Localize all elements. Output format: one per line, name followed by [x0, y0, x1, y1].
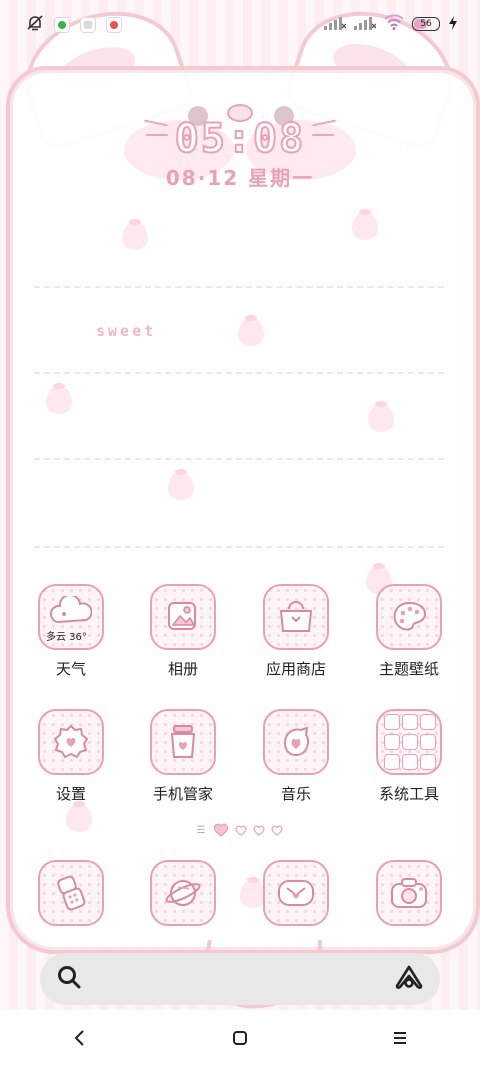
battery-icon: 56 — [412, 17, 440, 31]
dock-browser[interactable] — [128, 860, 238, 926]
clock-time[interactable]: 05:08 — [0, 115, 480, 163]
music-icon — [263, 709, 329, 775]
divider — [34, 546, 444, 548]
search-input[interactable] — [100, 963, 384, 997]
browser-planet-icon — [150, 860, 216, 926]
app-label: 设置 — [55, 785, 86, 803]
tool-mini-icon — [420, 734, 436, 750]
security-jar-icon — [150, 709, 216, 775]
search-icon[interactable] — [56, 964, 82, 994]
strawberry-decoration — [122, 219, 148, 250]
recents-button[interactable] — [370, 1018, 430, 1058]
app-label: 天气 — [55, 660, 86, 678]
wechat-icon — [54, 17, 70, 33]
back-icon — [74, 1030, 84, 1046]
dock-phone[interactable] — [16, 860, 126, 926]
strawberry-decoration — [368, 401, 394, 432]
search-bar[interactable] — [40, 953, 440, 1005]
app-label: 系统工具 — [378, 785, 439, 803]
battery-level: 56 — [420, 19, 432, 29]
dock-camera[interactable] — [354, 860, 464, 926]
divider — [34, 286, 444, 288]
page-list-icon: ☰ — [196, 824, 206, 836]
charging-icon — [448, 15, 458, 34]
menu-icon — [394, 1032, 406, 1044]
app-music[interactable]: 音乐 — [241, 709, 351, 804]
signal-icon — [354, 15, 377, 34]
app-store-icon — [106, 17, 122, 33]
app-label: 主题壁纸 — [378, 660, 439, 678]
tool-mini-icon — [384, 734, 400, 750]
camera-icon — [376, 860, 442, 926]
strawberry-decoration — [168, 469, 194, 500]
wifi-icon — [384, 14, 404, 34]
app-label: 相册 — [167, 660, 198, 678]
app-settings[interactable]: 设置 — [16, 709, 126, 804]
strawberry-decoration — [352, 209, 378, 240]
clock-mini-icon — [420, 714, 436, 730]
back-button[interactable] — [50, 1018, 110, 1058]
notes-icon — [80, 17, 96, 33]
tool-mini-icon — [420, 754, 436, 770]
page-dot — [271, 825, 283, 836]
app-label: 手机管家 — [152, 785, 213, 803]
tool-mini-icon — [402, 734, 418, 750]
page-dot-active — [214, 823, 229, 837]
tool-mini-icon — [402, 754, 418, 770]
mute-bell-icon — [26, 14, 44, 36]
page-indicator[interactable]: ☰ — [0, 823, 480, 837]
app-label: 音乐 — [280, 785, 311, 803]
assistant-icon[interactable] — [394, 964, 424, 994]
calendar-mini-icon — [384, 714, 400, 730]
app-store-icon — [263, 584, 329, 650]
sweet-text: sweet — [96, 322, 157, 340]
divider — [34, 458, 444, 460]
palette-icon — [376, 584, 442, 650]
signal-icon — [324, 15, 347, 34]
messages-icon — [263, 860, 329, 926]
weather-summary: 多云 36° — [46, 632, 87, 643]
strawberry-decoration — [46, 383, 72, 414]
strawberry-decoration — [238, 315, 264, 346]
status-bar: 56 — [0, 0, 480, 48]
home-button[interactable] — [210, 1018, 270, 1058]
weather-icon: 多云 36° — [38, 584, 104, 650]
settings-icon — [38, 709, 104, 775]
dock-messages[interactable] — [241, 860, 351, 926]
files-mini-icon — [402, 714, 418, 730]
app-store[interactable]: 应用商店 — [241, 584, 351, 679]
divider — [34, 372, 444, 374]
app-gallery[interactable]: 相册 — [128, 584, 238, 679]
navigation-bar — [0, 1010, 480, 1066]
clock-date: 08·12 星期一 — [165, 166, 315, 190]
page-dot — [235, 825, 247, 836]
app-themes[interactable]: 主题壁纸 — [354, 584, 464, 679]
system-tools-folder-icon — [376, 709, 442, 775]
gallery-icon — [150, 584, 216, 650]
tool-mini-icon — [384, 754, 400, 770]
page-dot — [253, 825, 265, 836]
home-icon — [233, 1031, 247, 1045]
phone-icon — [38, 860, 104, 926]
app-security[interactable]: 手机管家 — [128, 709, 238, 804]
app-label: 应用商店 — [265, 660, 326, 678]
folder-system-tools[interactable]: 系统工具 — [354, 709, 464, 804]
app-weather[interactable]: 多云 36° 天气 — [16, 584, 126, 679]
